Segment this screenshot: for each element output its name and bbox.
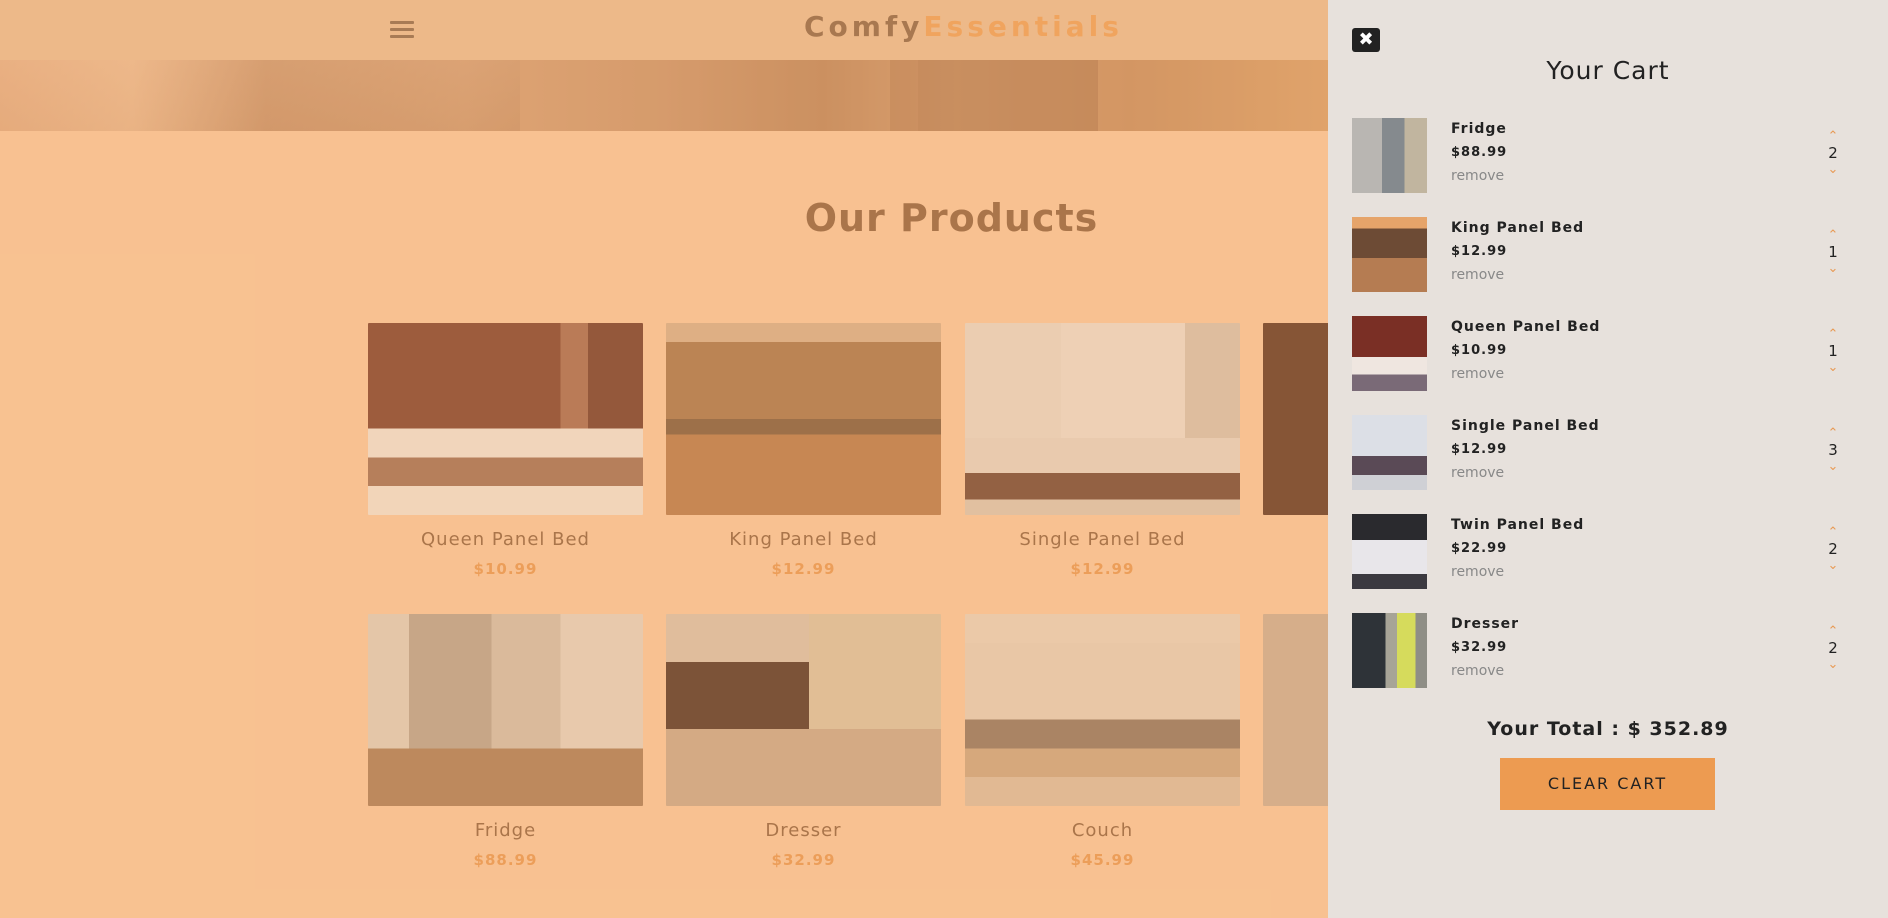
cart-item: Dresser $32.99 remove ⌃ 2 ⌄	[1352, 613, 1872, 712]
cart-title: Your Cart	[1546, 56, 1670, 85]
remove-item-button[interactable]: remove	[1451, 663, 1519, 679]
chevron-down-icon[interactable]: ⌄	[1823, 559, 1843, 572]
cart-item-price: $32.99	[1451, 640, 1508, 655]
remove-item-button[interactable]: remove	[1451, 465, 1600, 481]
cart-item-name: Queen Panel Bed	[1451, 319, 1601, 335]
chevron-up-icon[interactable]: ⌃	[1823, 526, 1843, 539]
chevron-up-icon[interactable]: ⌃	[1823, 328, 1843, 341]
clear-cart-button[interactable]: CLEAR CART	[1500, 758, 1715, 810]
product-image[interactable]	[965, 323, 1240, 515]
cart-item-quantity: 1	[1828, 342, 1838, 360]
product-card[interactable]: Queen Panel Bed $10.99	[368, 323, 643, 578]
cart-item-name: Dresser	[1451, 616, 1520, 632]
page: ComfyEssentials Our Products Queen Panel…	[0, 0, 1888, 918]
cart-item-price: $12.99	[1451, 442, 1508, 457]
cart-item-price: $10.99	[1451, 343, 1508, 358]
cart-item-quantity: 2	[1828, 540, 1838, 558]
product-image[interactable]	[666, 614, 941, 806]
cart-total: Your Total : $ 352.89	[1487, 718, 1729, 740]
product-price: $12.99	[771, 560, 836, 578]
close-icon[interactable]: ✖	[1352, 28, 1380, 52]
product-name: Single Panel Bed	[1019, 529, 1186, 550]
cart-item-image	[1352, 613, 1427, 688]
product-name: Queen Panel Bed	[421, 529, 590, 550]
cart-item-quantity: 3	[1828, 441, 1838, 459]
cart-panel: ✖ Your Cart Fridge $88.99 remove ⌃ 2 ⌄ K…	[1328, 0, 1888, 918]
chevron-down-icon[interactable]: ⌄	[1823, 658, 1843, 671]
cart-item: Queen Panel Bed $10.99 remove ⌃ 1 ⌄	[1352, 316, 1872, 415]
cart-item-quantity: 1	[1828, 243, 1838, 261]
product-price: $12.99	[1070, 560, 1135, 578]
cart-items-list: Fridge $88.99 remove ⌃ 2 ⌄ King Panel Be…	[1352, 118, 1872, 712]
chevron-down-icon[interactable]: ⌄	[1823, 163, 1843, 176]
cart-item-price: $88.99	[1451, 145, 1508, 160]
product-image[interactable]	[368, 323, 643, 515]
cart-item: Fridge $88.99 remove ⌃ 2 ⌄	[1352, 118, 1872, 217]
chevron-up-icon[interactable]: ⌃	[1823, 625, 1843, 638]
remove-item-button[interactable]: remove	[1451, 168, 1507, 184]
product-card[interactable]: Dresser $32.99	[666, 614, 941, 869]
cart-item-quantity: 2	[1828, 639, 1838, 657]
product-image[interactable]	[666, 323, 941, 515]
product-card[interactable]: King Panel Bed $12.99	[666, 323, 941, 578]
products-grid: Queen Panel Bed $10.99 King Panel Bed $1…	[0, 0, 1538, 918]
cart-item-image	[1352, 217, 1427, 292]
product-card[interactable]: Fridge $88.99	[368, 614, 643, 869]
cart-item-name: Fridge	[1451, 121, 1507, 137]
cart-item-name: Single Panel Bed	[1451, 418, 1600, 434]
cart-item-image	[1352, 316, 1427, 391]
cart-item: Twin Panel Bed $22.99 remove ⌃ 2 ⌄	[1352, 514, 1872, 613]
product-name: Fridge	[474, 820, 537, 841]
chevron-down-icon[interactable]: ⌄	[1823, 361, 1843, 374]
cart-item: King Panel Bed $12.99 remove ⌃ 1 ⌄	[1352, 217, 1872, 316]
cart-item-image	[1352, 514, 1427, 589]
cart-item-name: Twin Panel Bed	[1451, 517, 1585, 533]
product-name: Couch	[1071, 820, 1134, 841]
chevron-up-icon[interactable]: ⌃	[1823, 229, 1843, 242]
product-card[interactable]: Single Panel Bed $12.99	[965, 323, 1240, 578]
product-image[interactable]	[965, 614, 1240, 806]
product-price: $88.99	[473, 851, 538, 869]
cart-item-image	[1352, 118, 1427, 193]
product-name: Dresser	[765, 820, 842, 841]
cart-item-price: $22.99	[1451, 541, 1508, 556]
cart-item-quantity: 2	[1828, 144, 1838, 162]
remove-item-button[interactable]: remove	[1451, 564, 1584, 580]
remove-item-button[interactable]: remove	[1451, 366, 1600, 382]
product-card[interactable]: Couch $45.99	[965, 614, 1240, 869]
product-image[interactable]	[368, 614, 643, 806]
chevron-up-icon[interactable]: ⌃	[1823, 427, 1843, 440]
product-price: $45.99	[1070, 851, 1135, 869]
remove-item-button[interactable]: remove	[1451, 267, 1584, 283]
chevron-up-icon[interactable]: ⌃	[1823, 130, 1843, 143]
product-price: $32.99	[771, 851, 836, 869]
chevron-down-icon[interactable]: ⌄	[1823, 460, 1843, 473]
product-name: King Panel Bed	[729, 529, 878, 550]
chevron-down-icon[interactable]: ⌄	[1823, 262, 1843, 275]
cart-item-image	[1352, 415, 1427, 490]
cart-item-name: King Panel Bed	[1451, 220, 1585, 236]
product-price: $10.99	[473, 560, 538, 578]
cart-item: Single Panel Bed $12.99 remove ⌃ 3 ⌄	[1352, 415, 1872, 514]
cart-item-price: $12.99	[1451, 244, 1508, 259]
